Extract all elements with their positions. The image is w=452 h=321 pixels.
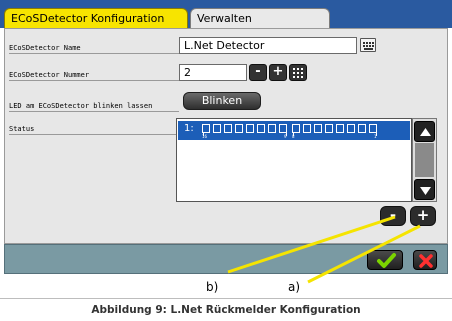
figure-caption: Abbildung 9: L.Net Rückmelder Konfigurat… [0,298,452,321]
annotation-a: a) [288,280,301,294]
annotation-lines [227,215,421,284]
annotation-b: b) [206,280,219,294]
screenshot: ECoSDetector Konfiguration Verwalten ECo… [0,0,452,321]
